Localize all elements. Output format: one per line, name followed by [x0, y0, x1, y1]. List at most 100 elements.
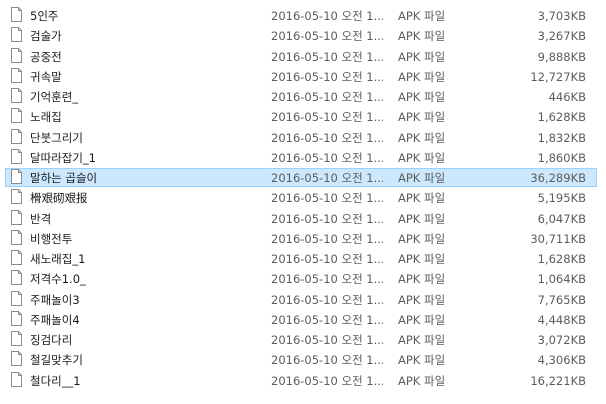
- file-date: 2016-05-10 오전 1...: [271, 333, 383, 347]
- file-type: APK 파일: [398, 171, 446, 185]
- file-date: 2016-05-10 오전 1...: [271, 373, 383, 388]
- file-size: 1,832KB: [537, 130, 586, 145]
- file-size: 1,064KB: [537, 272, 586, 287]
- file-date: 2016-05-10 오전 1...: [271, 110, 383, 125]
- file-row[interactable]: 5인주 2016-05-10 오전 1... APK 파일 3,703KB: [0, 6, 606, 26]
- file-type: APK 파일: [398, 292, 446, 307]
- file-type: APK 파일: [398, 333, 446, 347]
- file-row[interactable]: 공중전 2016-05-10 오전 1... APK 파일 9,888KB: [0, 47, 606, 67]
- file-name: 철다리__1: [30, 373, 81, 388]
- file-date: 2016-05-10 오전 1...: [271, 171, 383, 185]
- file-list: 5인주 2016-05-10 오전 1... APK 파일 3,703KB 검술…: [0, 0, 606, 404]
- file-row[interactable]: 말하는 곱슬이 2016-05-10 오전 1... APK 파일 36,289…: [0, 168, 606, 188]
- file-type: APK 파일: [398, 110, 446, 125]
- file-size: 446KB: [548, 90, 586, 104]
- file-date: 2016-05-10 오전 1...: [271, 130, 383, 145]
- file-icon: [11, 128, 22, 144]
- file-date: 2016-05-10 오전 1...: [271, 90, 383, 104]
- file-icon: [11, 250, 22, 265]
- file-name: 철길맞추기: [30, 353, 83, 368]
- file-name: 기억훈련_: [30, 90, 79, 104]
- file-type: APK 파일: [398, 130, 446, 145]
- file-type: APK 파일: [398, 211, 446, 226]
- file-row[interactable]: 주패놀이3 2016-05-10 오전 1... APK 파일 7,765KB: [0, 290, 606, 310]
- file-size: 3,072KB: [537, 333, 586, 347]
- file-size: 9,888KB: [537, 49, 586, 64]
- file-type: APK 파일: [398, 191, 446, 206]
- file-row[interactable]: 단붓그리기 2016-05-10 오전 1... APK 파일 1,832KB: [0, 128, 606, 148]
- file-row[interactable]: 새노래집_1 2016-05-10 오전 1... APK 파일 1,628KB: [0, 249, 606, 269]
- file-date: 2016-05-10 오전 1...: [271, 9, 383, 23]
- file-row[interactable]: 검술가 2016-05-10 오전 1... APK 파일 3,267KB: [0, 26, 606, 46]
- file-size: 1,628KB: [537, 252, 586, 266]
- file-name: 노래집: [30, 110, 62, 125]
- file-icon: [11, 169, 22, 184]
- file-type: APK 파일: [398, 29, 446, 44]
- file-size: 16,221KB: [530, 373, 586, 388]
- file-date: 2016-05-10 오전 1...: [271, 69, 383, 84]
- file-type: APK 파일: [398, 272, 446, 287]
- file-type: APK 파일: [398, 353, 446, 368]
- file-icon: [11, 108, 22, 124]
- file-date: 2016-05-10 오전 1...: [271, 252, 383, 266]
- file-date: 2016-05-10 오전 1...: [271, 353, 383, 368]
- file-icon: [11, 148, 22, 164]
- file-icon: [11, 189, 22, 205]
- file-row[interactable]: 귀속말 2016-05-10 오전 1... APK 파일 12,727KB: [0, 67, 606, 87]
- file-size: 1,628KB: [537, 110, 586, 125]
- file-name: 저격수1.0_: [30, 272, 86, 287]
- file-name: 징검다리: [30, 333, 73, 347]
- file-icon: [11, 209, 22, 225]
- file-icon: [11, 331, 22, 346]
- file-row[interactable]: 주패놀이4 2016-05-10 오전 1... APK 파일 4,448KB: [0, 310, 606, 330]
- file-type: APK 파일: [398, 9, 446, 23]
- file-size: 6,047KB: [537, 211, 586, 226]
- file-icon: [11, 351, 22, 367]
- file-date: 2016-05-10 오전 1...: [271, 231, 383, 246]
- file-name: 달따라잡기_1: [30, 150, 96, 165]
- file-name: 주패놀이3: [30, 292, 80, 307]
- file-name: 榾艰砌艰报: [30, 191, 88, 206]
- file-type: APK 파일: [398, 252, 446, 266]
- file-row[interactable]: 징검다리 2016-05-10 오전 1... APK 파일 3,072KB: [0, 330, 606, 350]
- file-type: APK 파일: [398, 312, 446, 327]
- file-row[interactable]: 기억훈련_ 2016-05-10 오전 1... APK 파일 446KB: [0, 87, 606, 107]
- file-name: 검술가: [30, 29, 62, 44]
- file-icon: [11, 371, 22, 387]
- file-row[interactable]: 철길맞추기 2016-05-10 오전 1... APK 파일 4,306KB: [0, 350, 606, 370]
- file-date: 2016-05-10 오전 1...: [271, 211, 383, 226]
- file-size: 3,267KB: [537, 29, 586, 44]
- file-icon: [11, 229, 22, 245]
- file-size: 7,765KB: [537, 292, 586, 307]
- file-name: 말하는 곱슬이: [30, 171, 98, 185]
- file-name: 단붓그리기: [30, 130, 83, 145]
- file-row[interactable]: 반격 2016-05-10 오전 1... APK 파일 6,047KB: [0, 209, 606, 229]
- file-row[interactable]: 榾艰砌艰报 2016-05-10 오전 1... APK 파일 5,195KB: [0, 188, 606, 208]
- file-size: 36,289KB: [530, 171, 586, 185]
- file-type: APK 파일: [398, 69, 446, 84]
- file-date: 2016-05-10 오전 1...: [271, 150, 383, 165]
- file-name: 반격: [30, 211, 52, 226]
- file-row[interactable]: 노래집 2016-05-10 오전 1... APK 파일 1,628KB: [0, 107, 606, 127]
- file-date: 2016-05-10 오전 1...: [271, 292, 383, 307]
- file-name: 비행전투: [30, 231, 73, 246]
- file-date: 2016-05-10 오전 1...: [271, 191, 383, 206]
- file-row[interactable]: 비행전투 2016-05-10 오전 1... APK 파일 30,711KB: [0, 229, 606, 249]
- file-icon: [11, 7, 22, 22]
- file-name: 새노래집_1: [30, 252, 86, 266]
- file-size: 4,448KB: [537, 312, 586, 327]
- file-size: 4,306KB: [537, 353, 586, 368]
- file-icon: [11, 47, 22, 63]
- file-icon: [11, 88, 22, 103]
- file-name: 5인주: [30, 9, 59, 23]
- file-row[interactable]: 저격수1.0_ 2016-05-10 오전 1... APK 파일 1,064K…: [0, 269, 606, 289]
- file-icon: [11, 290, 22, 306]
- file-type: APK 파일: [398, 150, 446, 165]
- file-date: 2016-05-10 오전 1...: [271, 29, 383, 44]
- file-row[interactable]: 달따라잡기_1 2016-05-10 오전 1... APK 파일 1,860K…: [0, 148, 606, 168]
- file-row[interactable]: 철다리__1 2016-05-10 오전 1... APK 파일 16,221K…: [0, 371, 606, 391]
- file-size: 1,860KB: [537, 150, 586, 165]
- file-type: APK 파일: [398, 90, 446, 104]
- file-name: 귀속말: [30, 69, 62, 84]
- file-type: APK 파일: [398, 373, 446, 388]
